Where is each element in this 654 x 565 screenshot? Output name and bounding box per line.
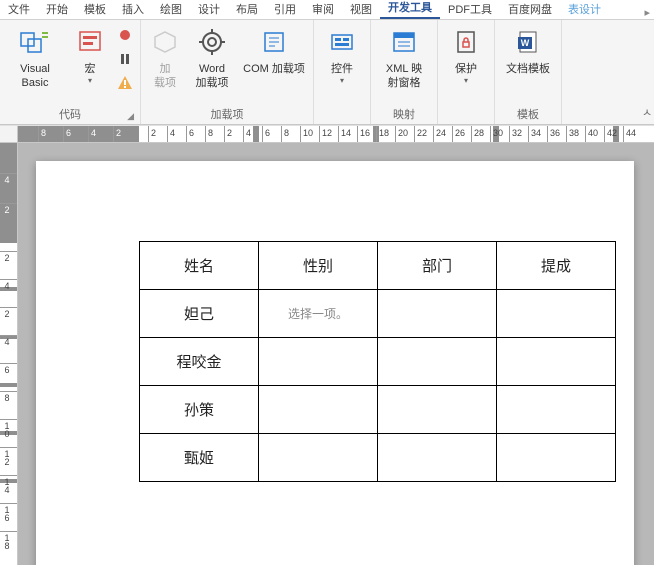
- group-label-code: 代码: [59, 109, 81, 121]
- chevron-down-icon: ▾: [340, 76, 344, 85]
- controls-button[interactable]: 控件 ▾: [318, 22, 366, 104]
- protect-button[interactable]: 保护 ▾: [442, 22, 490, 104]
- controls-icon: [326, 26, 358, 58]
- tab-file[interactable]: 文件: [0, 0, 38, 19]
- cell-commission[interactable]: [497, 434, 616, 482]
- page: 姓名 性别 部门 提成 妲己 选择一项。 程咬金: [36, 161, 634, 565]
- visual-basic-icon: [19, 26, 51, 58]
- visual-basic-button[interactable]: Visual Basic: [4, 22, 66, 104]
- pause-macro-button[interactable]: [114, 48, 136, 70]
- com-addins-icon: [258, 26, 290, 58]
- svg-text:W: W: [521, 38, 530, 48]
- tab-review[interactable]: 审阅: [304, 0, 342, 19]
- record-macro-button[interactable]: [114, 24, 136, 46]
- cell-gender-dropdown[interactable]: 选择一项。: [259, 290, 378, 338]
- doc-table[interactable]: 姓名 性别 部门 提成 妲己 选择一项。 程咬金: [139, 241, 616, 482]
- group-mapping: XML 映 射窗格 映射: [371, 20, 438, 124]
- tabs-scroll-right-icon[interactable]: ▸: [640, 6, 654, 19]
- table-row: 程咬金: [140, 338, 616, 386]
- tab-insert[interactable]: 插入: [114, 0, 152, 19]
- com-addins-button[interactable]: COM 加载项: [239, 22, 309, 104]
- tab-references[interactable]: 引用: [266, 0, 304, 19]
- group-addins: 加 载项 Word 加载项 COM 加载项 加载项: [141, 20, 314, 124]
- ribbon-tabs: 文件 开始 模板 插入 绘图 设计 布局 引用 审阅 视图 开发工具 PDF工具…: [0, 0, 654, 20]
- tab-pdf-tools[interactable]: PDF工具: [440, 0, 500, 19]
- vertical-ruler[interactable]: 422424681012141618: [0, 143, 18, 565]
- group-protect: 保护 ▾: [438, 20, 495, 124]
- header-gender[interactable]: 性别: [259, 242, 378, 290]
- cell-commission[interactable]: [497, 386, 616, 434]
- group-label-templates: 模板: [517, 109, 539, 121]
- ribbon: Visual Basic 宏 ▾ 代码 ◢ 加 载项: [0, 20, 654, 125]
- header-commission[interactable]: 提成: [497, 242, 616, 290]
- table-row: 甄姬: [140, 434, 616, 482]
- tab-layout[interactable]: 布局: [228, 0, 266, 19]
- xml-mapping-button[interactable]: XML 映 射窗格: [375, 22, 433, 104]
- xml-mapping-icon: [388, 26, 420, 58]
- tab-table-design[interactable]: 表设计: [560, 0, 609, 19]
- tab-home[interactable]: 开始: [38, 0, 76, 19]
- addins-icon: [149, 26, 181, 58]
- doc-template-button[interactable]: W 文档模板: [499, 22, 557, 104]
- group-label-addins: 加载项: [211, 109, 244, 121]
- addins-button: 加 载项: [145, 22, 185, 104]
- document-canvas[interactable]: 姓名 性别 部门 提成 妲己 选择一项。 程咬金: [18, 143, 654, 565]
- cell-commission[interactable]: [497, 290, 616, 338]
- group-label-mapping: 映射: [393, 109, 415, 121]
- cell-commission[interactable]: [497, 338, 616, 386]
- chevron-down-icon: ▾: [464, 76, 468, 85]
- tab-view[interactable]: 视图: [342, 0, 380, 19]
- group-code: Visual Basic 宏 ▾ 代码 ◢: [0, 20, 141, 124]
- cell-gender[interactable]: [259, 434, 378, 482]
- dialog-launcher-icon[interactable]: ◢: [127, 111, 134, 122]
- cell-name[interactable]: 程咬金: [140, 338, 259, 386]
- cell-name[interactable]: 孙策: [140, 386, 259, 434]
- word-template-icon: W: [512, 26, 544, 58]
- group-controls: 控件 ▾: [314, 20, 371, 124]
- tab-template[interactable]: 模板: [76, 0, 114, 19]
- macros-button[interactable]: 宏 ▾: [70, 22, 110, 104]
- protect-icon: [450, 26, 482, 58]
- header-name[interactable]: 姓名: [140, 242, 259, 290]
- cell-name[interactable]: 甄姬: [140, 434, 259, 482]
- macros-icon: [74, 26, 106, 58]
- table-header-row: 姓名 性别 部门 提成: [140, 242, 616, 290]
- header-dept[interactable]: 部门: [378, 242, 497, 290]
- chevron-down-icon: ▾: [88, 76, 92, 85]
- tab-developer[interactable]: 开发工具: [380, 0, 440, 19]
- tab-baidu[interactable]: 百度网盘: [500, 0, 560, 19]
- group-templates: W 文档模板 模板: [495, 20, 562, 124]
- cell-gender[interactable]: [259, 386, 378, 434]
- tab-design[interactable]: 设计: [190, 0, 228, 19]
- cell-dept[interactable]: [378, 290, 497, 338]
- cell-dept[interactable]: [378, 386, 497, 434]
- cell-dept[interactable]: [378, 434, 497, 482]
- tab-draw[interactable]: 绘图: [152, 0, 190, 19]
- macro-security-warning-icon[interactable]: [114, 72, 136, 94]
- cell-dept[interactable]: [378, 338, 497, 386]
- workspace: 422424681012141618 姓名 性别 部门 提成 妲己 选择一项。 …: [0, 143, 654, 565]
- horizontal-ruler[interactable]: 8642246824681012141618202224262830323436…: [0, 125, 654, 143]
- cell-gender[interactable]: [259, 338, 378, 386]
- table-row: 妲己 选择一项。: [140, 290, 616, 338]
- table-row: 孙策: [140, 386, 616, 434]
- word-addins-button[interactable]: Word 加载项: [189, 22, 235, 104]
- cell-name[interactable]: 妲己: [140, 290, 259, 338]
- word-addins-icon: [196, 26, 228, 58]
- ribbon-collapse-button[interactable]: ㅅ: [640, 20, 654, 124]
